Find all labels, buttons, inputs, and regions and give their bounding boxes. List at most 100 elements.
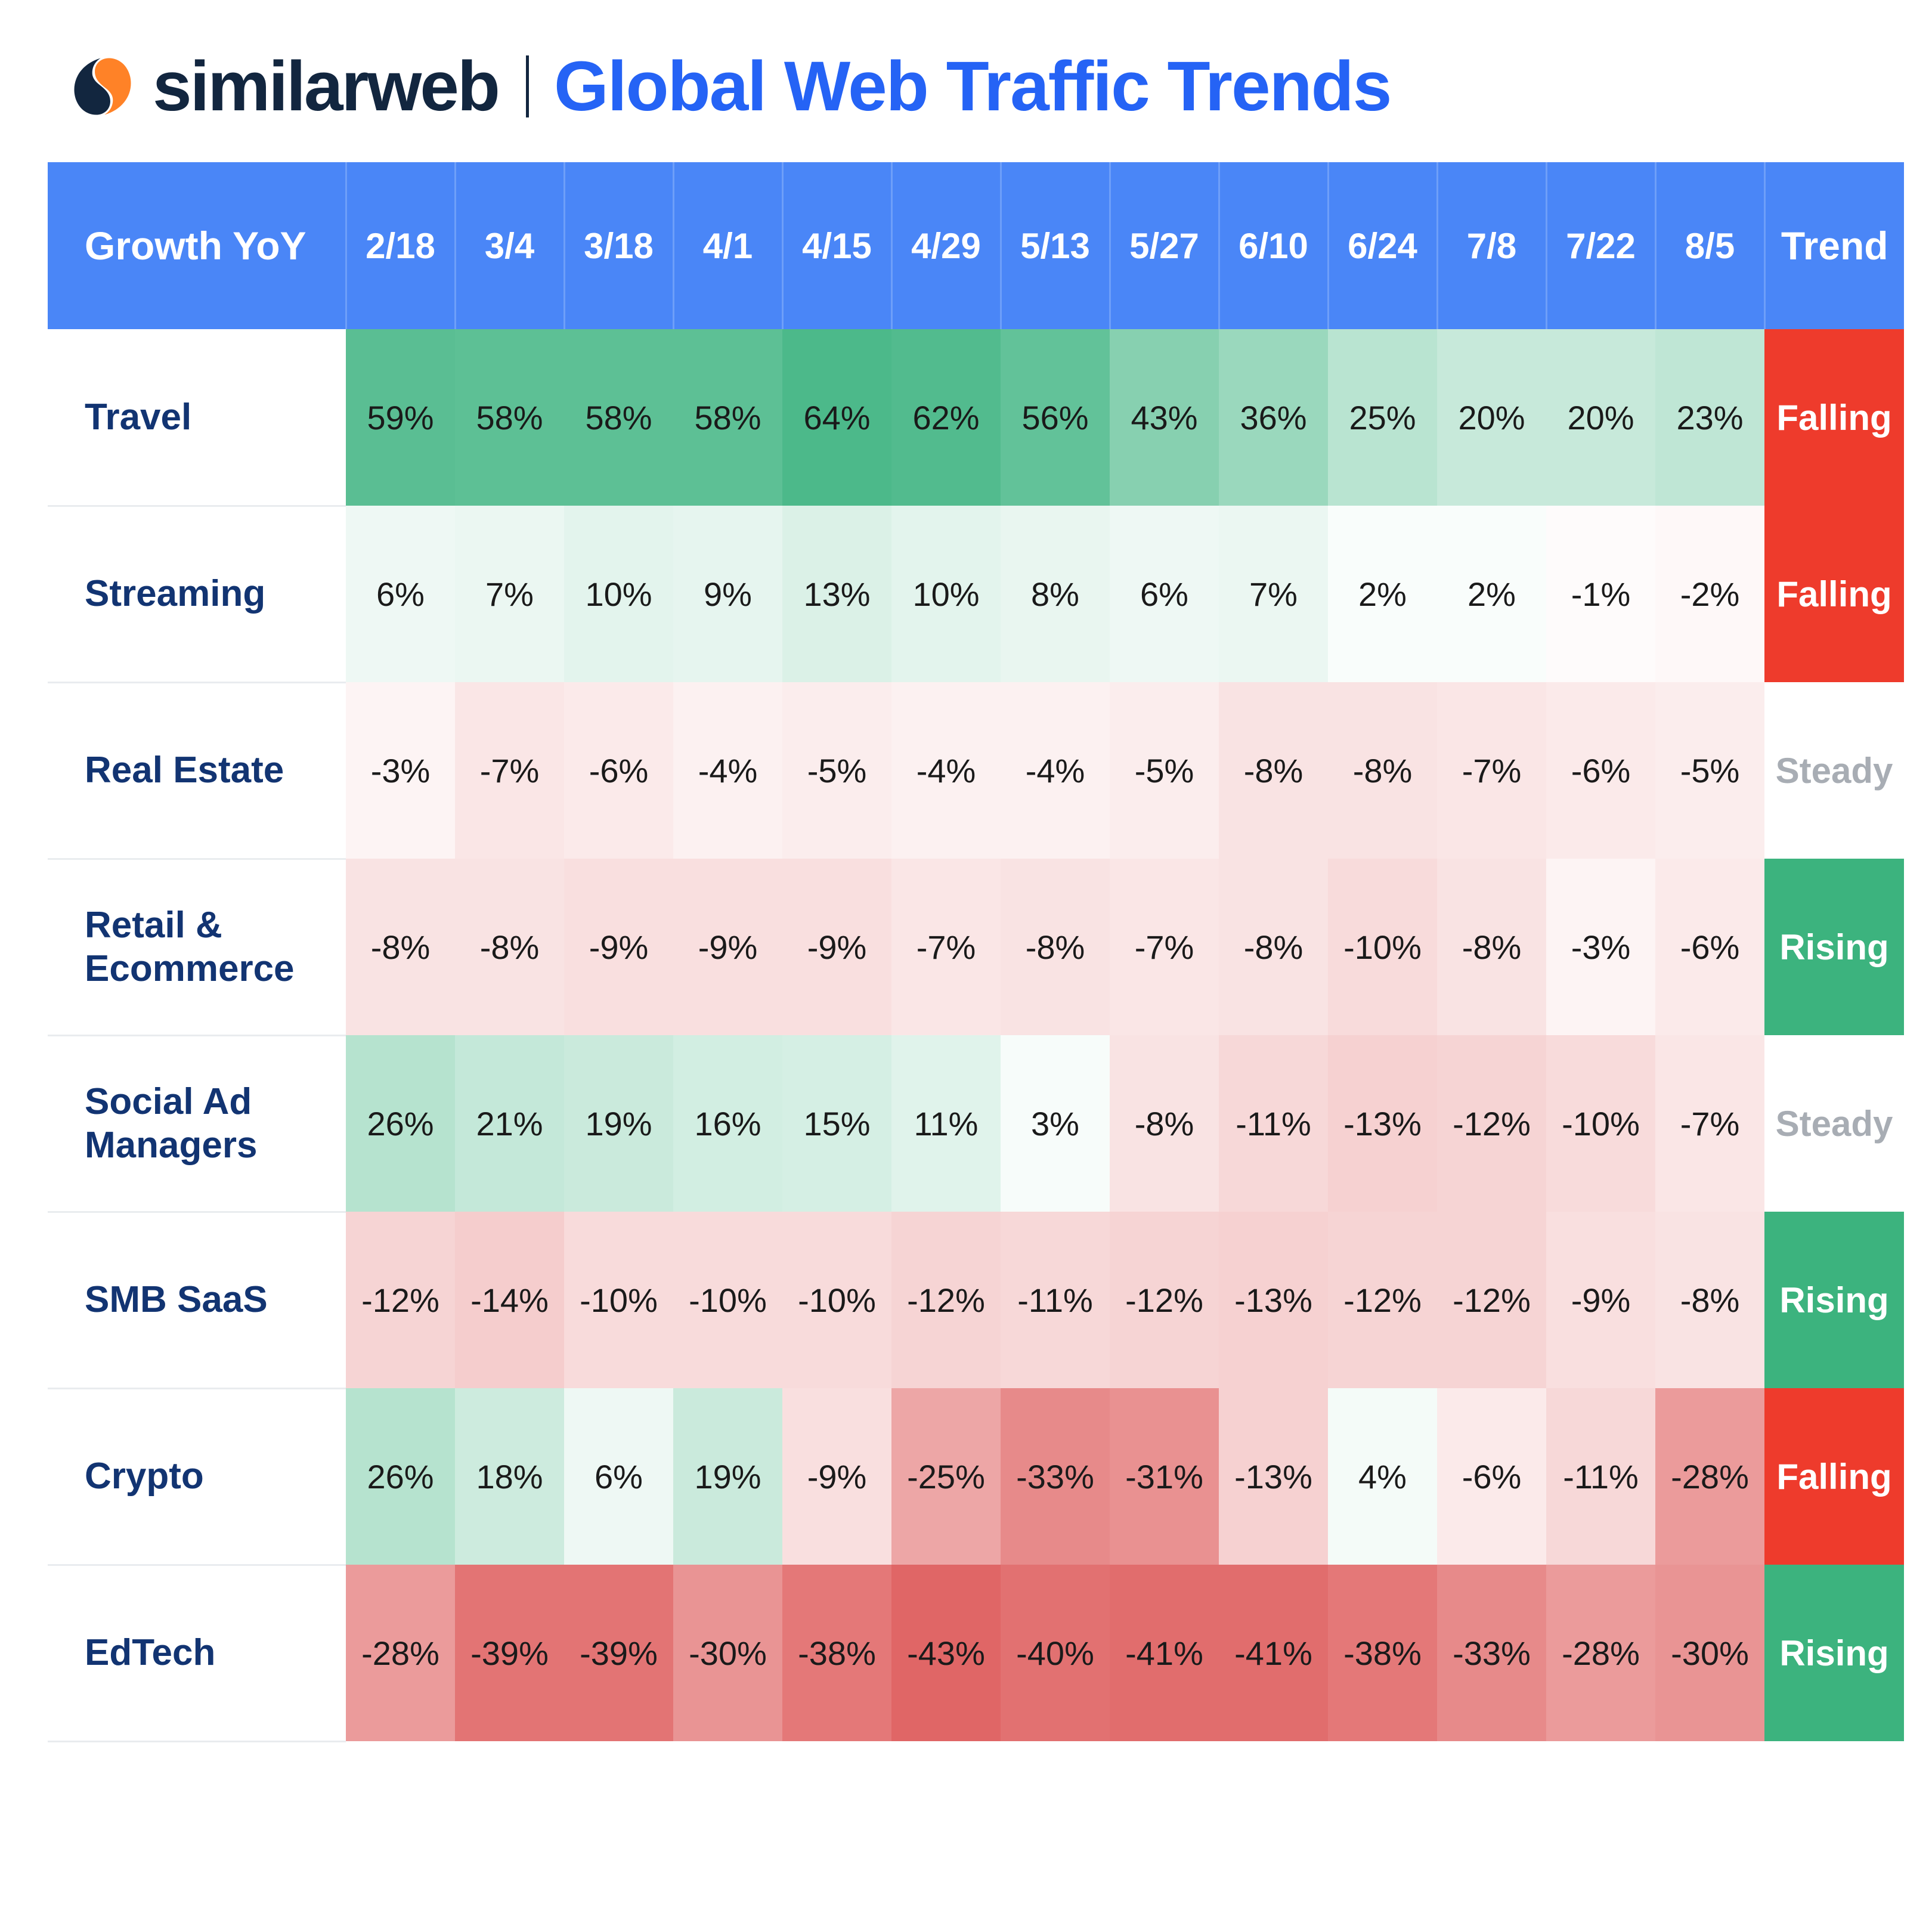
trend-badge: Rising	[1764, 1212, 1904, 1388]
heatmap-cell: 56%	[1001, 329, 1110, 506]
similarweb-logo-icon	[74, 58, 131, 115]
heatmap-cell: -12%	[1110, 1212, 1219, 1388]
heatmap-cell: -28%	[1655, 1388, 1764, 1565]
heatmap-cell: -6%	[1546, 682, 1655, 859]
heatmap-cell: 19%	[564, 1035, 673, 1212]
heatmap-cell: 58%	[564, 329, 673, 506]
heatmap-cell: -31%	[1110, 1388, 1219, 1565]
heatmap-cell: 6%	[1110, 506, 1219, 682]
column-header-date: 5/27	[1110, 162, 1220, 329]
heatmap-cell: 18%	[455, 1388, 564, 1565]
heatmap-cell: -9%	[782, 859, 891, 1035]
heatmap-cell: -2%	[1655, 506, 1764, 682]
heatmap-cell: -8%	[1219, 682, 1328, 859]
row-label-retail-ecommerce: Retail & Ecommerce	[48, 859, 346, 1036]
heatmap-cell: 8%	[1001, 506, 1110, 682]
heatmap-cell: 36%	[1219, 329, 1328, 506]
heatmap-cell: -4%	[891, 682, 1001, 859]
column-header-trend: Trend	[1764, 162, 1904, 329]
trend-badge: Falling	[1764, 329, 1904, 506]
heatmap-cell: -7%	[1110, 859, 1219, 1035]
heatmap-cell: 13%	[782, 506, 891, 682]
table-row: Crypto 26% 18% 6% 19% -9% -25% -33% -31% -13% 4% -6…	[48, 1388, 1904, 1566]
heatmap-cell: -10%	[673, 1212, 782, 1388]
row-label-text: Real Estate	[85, 750, 284, 791]
heatmap-cell: -41%	[1110, 1565, 1219, 1741]
column-header-date: 3/4	[455, 162, 565, 329]
heatmap-cell: -5%	[1655, 682, 1764, 859]
table-row: EdTech -28% -39% -39% -30% -38% -43% -40% -41% -4…	[48, 1565, 1904, 1742]
heatmap-cell: 15%	[782, 1035, 891, 1212]
heatmap-cell: -11%	[1219, 1035, 1328, 1212]
heatmap-cell: -3%	[346, 682, 455, 859]
table-row: Retail & Ecommerce -8% -8% -9% -9% -9% -7% -8% -…	[48, 859, 1904, 1036]
heatmap-cell: -5%	[782, 682, 891, 859]
table-row: Social Ad Managers 26% 21% 19% 16% 15% 11% 3% -8…	[48, 1035, 1904, 1213]
row-label-crypto: Crypto	[48, 1388, 346, 1566]
column-header-date: 6/10	[1219, 162, 1329, 329]
heatmap-cell: -4%	[673, 682, 782, 859]
row-label-text: Streaming	[85, 573, 266, 615]
heatmap-cell: 43%	[1110, 329, 1219, 506]
heatmap-cell: -8%	[1110, 1035, 1219, 1212]
heatmap-cell: -6%	[1655, 859, 1764, 1035]
heatmap-cell: -3%	[1546, 859, 1655, 1035]
heatmap-cell: -10%	[1546, 1035, 1655, 1212]
heatmap-cell: -7%	[455, 682, 564, 859]
heatmap-cell: -8%	[1437, 859, 1546, 1035]
heatmap-cell: 10%	[564, 506, 673, 682]
heatmap-cell: -43%	[891, 1565, 1001, 1741]
heatmap-cell: -4%	[1001, 682, 1110, 859]
table-row: SMB SaaS -12% -14% -10% -10% -10% -12% -11% -12%…	[48, 1212, 1904, 1389]
heatmap-cell: -28%	[346, 1565, 455, 1741]
heatmap-cell: -30%	[1655, 1565, 1764, 1741]
heatmap-cell: -39%	[564, 1565, 673, 1741]
heatmap-cell: -13%	[1219, 1388, 1328, 1565]
heatmap-table-wrap: Growth YoY 2/18 3/4 3/18 4/1 4/15 4/29 5/13 5/27…	[48, 162, 1904, 1742]
heatmap-cell: -40%	[1001, 1565, 1110, 1741]
row-label-social-ad-managers: Social Ad Managers	[48, 1035, 346, 1213]
heatmap-cell: 21%	[455, 1035, 564, 1212]
heatmap-cell: 19%	[673, 1388, 782, 1565]
heatmap-cell: -9%	[782, 1388, 891, 1565]
heatmap-cell: -7%	[1437, 682, 1546, 859]
heatmap-cell: -12%	[1437, 1035, 1546, 1212]
heatmap-cell: 3%	[1001, 1035, 1110, 1212]
heatmap-cell: -12%	[346, 1212, 455, 1388]
heatmap-cell: -33%	[1001, 1388, 1110, 1565]
row-label-text: Retail & Ecommerce	[85, 904, 295, 989]
heatmap-cell: -12%	[1328, 1212, 1437, 1388]
heatmap-cell: 25%	[1328, 329, 1437, 506]
row-label-text: Social Ad Managers	[85, 1080, 258, 1166]
heatmap-cell: -6%	[1437, 1388, 1546, 1565]
heatmap-cell: 59%	[346, 329, 455, 506]
column-header-date: 4/29	[891, 162, 1002, 329]
heatmap-cell: -7%	[1655, 1035, 1764, 1212]
heatmap-cell: -8%	[455, 859, 564, 1035]
heatmap-cell: -38%	[1328, 1565, 1437, 1741]
row-label-text: Travel	[85, 396, 192, 438]
heatmap-cell: -25%	[891, 1388, 1001, 1565]
heatmap-cell: -7%	[891, 859, 1001, 1035]
heatmap-cell: 26%	[346, 1035, 455, 1212]
row-label-smb-saas: SMB SaaS	[48, 1212, 346, 1389]
heatmap-cell: -14%	[455, 1212, 564, 1388]
row-label-real-estate: Real Estate	[48, 682, 346, 860]
heatmap-cell: 4%	[1328, 1388, 1437, 1565]
heatmap-cell: -11%	[1546, 1388, 1655, 1565]
row-label-text: Crypto	[85, 1456, 204, 1497]
table-row: Travel 59% 58% 58% 58% 64% 62% 56% 43% 36% 25% 20% 2…	[48, 329, 1904, 507]
heatmap-cell: 58%	[455, 329, 564, 506]
heatmap-cell: 11%	[891, 1035, 1001, 1212]
trend-badge: Rising	[1764, 1565, 1904, 1741]
heatmap-cell: -38%	[782, 1565, 891, 1741]
heatmap-cell: -30%	[673, 1565, 782, 1741]
heatmap-cell: -33%	[1437, 1565, 1546, 1741]
table-header: Growth YoY 2/18 3/4 3/18 4/1 4/15 4/29 5/13 5/27…	[48, 162, 1904, 329]
brand-wordmark: similarweb	[153, 47, 500, 126]
column-header-date: 2/18	[346, 162, 456, 329]
heatmap-cell: -10%	[1328, 859, 1437, 1035]
heatmap-cell: 20%	[1437, 329, 1546, 506]
infographic-page: similarweb Global Web Traffic Trends Gro…	[0, 0, 1932, 1932]
row-label-streaming: Streaming	[48, 506, 346, 683]
